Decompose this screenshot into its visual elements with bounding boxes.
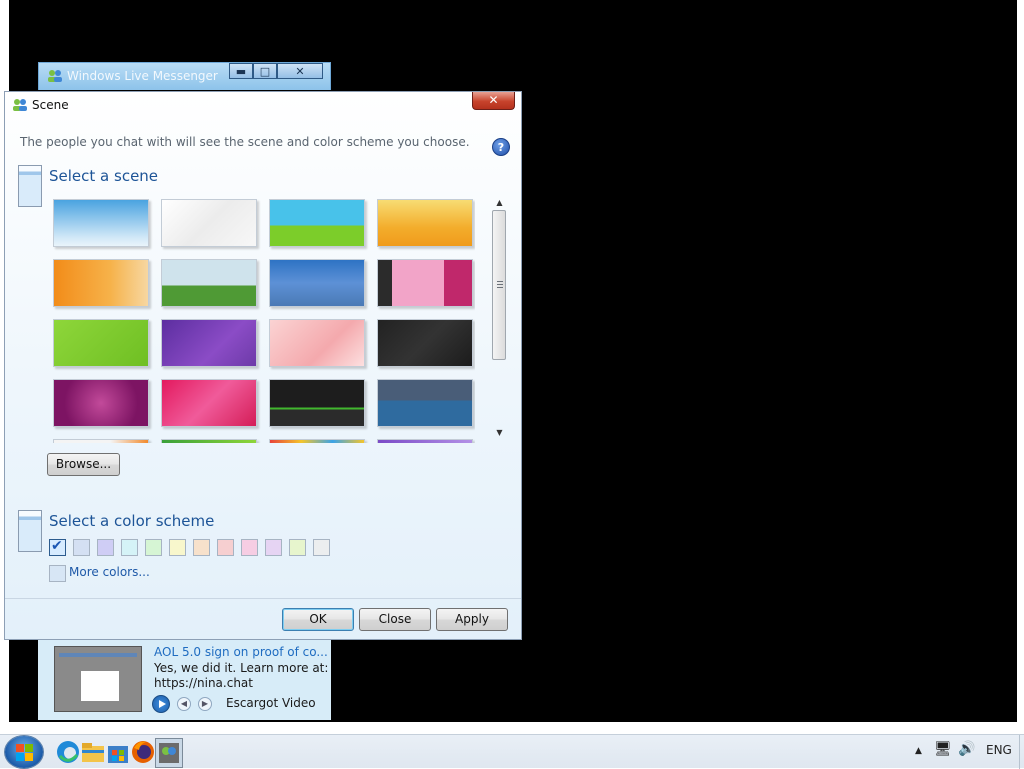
- taskbar: ▲ 🖥 🔊 ENG: [0, 734, 1024, 769]
- scene-thumbnail[interactable]: [161, 439, 257, 443]
- scene-thumbnail[interactable]: [53, 259, 149, 307]
- ad-text-line: Yes, we did it. Learn more at:: [154, 661, 329, 675]
- scene-thumbnail[interactable]: [161, 259, 257, 307]
- scene-scrollbar[interactable]: ▲ ▼: [491, 196, 508, 440]
- scene-thumbnail[interactable]: [53, 439, 149, 443]
- messenger-buddy-icon: [13, 99, 27, 111]
- scene-thumbnail[interactable]: [269, 259, 365, 307]
- ad-title-link[interactable]: AOL 5.0 sign on proof of co...: [154, 645, 328, 659]
- scene-thumbnail[interactable]: [269, 379, 365, 427]
- scene-thumbnail[interactable]: [161, 379, 257, 427]
- scene-thumbnail[interactable]: [53, 319, 149, 367]
- ok-button[interactable]: OK: [282, 608, 354, 631]
- scene-thumbnail[interactable]: [161, 199, 257, 247]
- scene-grid: [53, 199, 475, 443]
- scene-thumbnail[interactable]: [377, 319, 473, 367]
- color-swatch[interactable]: [97, 539, 114, 556]
- color-swatch[interactable]: [289, 539, 306, 556]
- ad-source-label: Escargot Video: [226, 696, 316, 710]
- more-colors-link[interactable]: More colors...: [69, 565, 150, 579]
- color-heading: Select a color scheme: [49, 512, 215, 530]
- windows-logo-icon: [25, 744, 33, 752]
- color-section-icon: [18, 510, 42, 552]
- color-swatch[interactable]: [193, 539, 210, 556]
- ad-url-text: https://nina.chat: [154, 676, 253, 690]
- thumbnail-dialog: [81, 671, 119, 701]
- windows-logo-icon: [16, 744, 24, 752]
- thumbnail-toolbar: [59, 653, 137, 657]
- play-icon[interactable]: [152, 695, 170, 713]
- show-hidden-icons-arrow[interactable]: ▲: [915, 746, 922, 756]
- maximize-button[interactable]: □: [253, 63, 277, 79]
- scene-dialog: Scene ✕ The people you chat with will se…: [4, 91, 522, 640]
- messenger-titlebar[interactable]: Windows Live Messenger ▬ □ ✕: [38, 62, 331, 90]
- previous-icon[interactable]: ◀: [177, 697, 191, 711]
- footer-divider: [5, 598, 521, 599]
- dialog-description: The people you chat with will see the sc…: [20, 135, 470, 149]
- store-icon[interactable]: [105, 738, 131, 766]
- color-swatch[interactable]: [145, 539, 162, 556]
- windows-logo-icon: [16, 753, 24, 761]
- scene-thumbnail[interactable]: [377, 379, 473, 427]
- messenger-window-title: Windows Live Messenger: [67, 69, 218, 83]
- scene-thumbnail[interactable]: [269, 199, 365, 247]
- scroll-down-icon[interactable]: ▼: [491, 426, 508, 440]
- grip-icon: [497, 281, 503, 288]
- scrollbar-thumb[interactable]: [492, 210, 506, 360]
- scene-thumbnail[interactable]: [161, 319, 257, 367]
- more-colors-swatch[interactable]: [49, 565, 66, 582]
- messenger-taskbar-icon[interactable]: [155, 738, 183, 768]
- scene-thumbnail[interactable]: [377, 259, 473, 307]
- color-swatch[interactable]: [313, 539, 330, 556]
- scroll-up-icon[interactable]: ▲: [491, 196, 508, 210]
- scene-thumbnail[interactable]: [53, 199, 149, 247]
- scene-section-icon: [18, 165, 42, 207]
- color-swatch[interactable]: [265, 539, 282, 556]
- file-explorer-icon[interactable]: [80, 738, 106, 766]
- color-swatch[interactable]: [121, 539, 138, 556]
- browse-button[interactable]: Browse...: [47, 453, 120, 476]
- firefox-icon[interactable]: [130, 738, 156, 766]
- messenger-window-controls: ▬ □ ✕: [229, 63, 323, 81]
- windows-logo-icon: [25, 753, 33, 761]
- close-button[interactable]: Close: [359, 608, 431, 631]
- dialog-close-button[interactable]: ✕: [472, 92, 515, 110]
- messenger-close-button[interactable]: ✕: [277, 63, 323, 79]
- color-swatch[interactable]: [73, 539, 90, 556]
- next-icon[interactable]: ▶: [198, 697, 212, 711]
- edge-icon[interactable]: [55, 738, 81, 766]
- scene-thumbnail[interactable]: [269, 439, 365, 443]
- color-swatch[interactable]: ✔: [49, 538, 66, 556]
- checkmark-icon: ✔: [51, 538, 63, 554]
- apply-button[interactable]: Apply: [436, 608, 508, 631]
- scene-thumbnail[interactable]: [53, 379, 149, 427]
- start-button[interactable]: [5, 736, 43, 768]
- volume-icon[interactable]: 🔊: [958, 741, 975, 757]
- dialog-title: Scene: [32, 98, 69, 112]
- show-desktop-button[interactable]: [1019, 735, 1024, 769]
- help-icon[interactable]: ?: [492, 138, 510, 156]
- color-swatch[interactable]: [241, 539, 258, 556]
- scene-thumbnail[interactable]: [377, 439, 473, 443]
- scene-thumbnail[interactable]: [269, 319, 365, 367]
- minimize-button[interactable]: ▬: [229, 63, 253, 79]
- messenger-ad-panel: AOL 5.0 sign on proof of co... Yes, we d…: [38, 640, 331, 720]
- scene-thumbnail[interactable]: [377, 199, 473, 247]
- network-icon[interactable]: 🖥: [934, 741, 952, 757]
- color-swatch[interactable]: [169, 539, 186, 556]
- language-indicator[interactable]: ENG: [986, 743, 1012, 757]
- scene-heading: Select a scene: [49, 167, 159, 185]
- messenger-buddy-icon: [48, 70, 62, 82]
- color-swatch[interactable]: [217, 539, 234, 556]
- ad-video-thumbnail[interactable]: [54, 646, 142, 712]
